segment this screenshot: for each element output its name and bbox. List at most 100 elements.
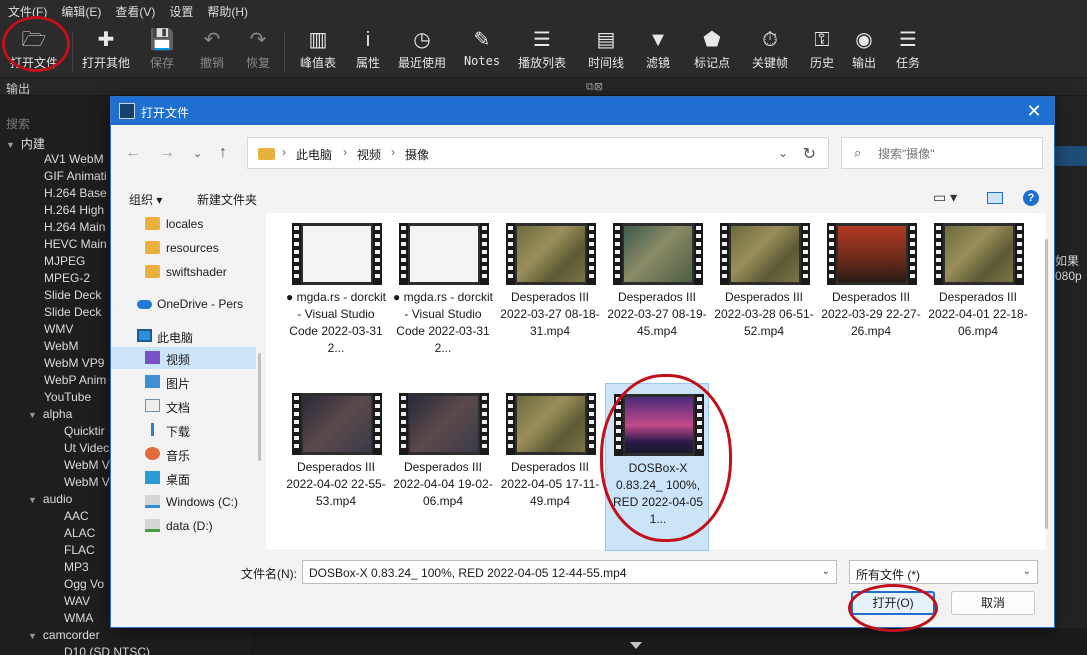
file-item[interactable]: Desperados III 2022-04-02 22-55-53.mp4 xyxy=(284,383,388,551)
tree-item[interactable]: ALAC xyxy=(64,526,95,543)
breadcrumb-videos[interactable]: 视频 xyxy=(357,146,381,163)
address-bar[interactable]: › 此电脑 › 视频 › 摄像 ⌄ ↻ xyxy=(247,137,829,169)
panel-float-close-icon[interactable]: ⧉⊠ xyxy=(586,80,603,94)
tree-item[interactable]: WebM VP9 xyxy=(44,356,104,373)
scroll-down-icon[interactable] xyxy=(630,642,642,649)
open-button[interactable]: 打开(O) xyxy=(851,591,935,615)
file-item[interactable]: Desperados III 2022-04-05 17-11-49.mp4 xyxy=(498,383,602,551)
tree-group[interactable]: ▼ alpha xyxy=(28,407,72,424)
breadcrumb-this-pc[interactable]: 此电脑 xyxy=(296,146,332,163)
preview-pane-icon[interactable] xyxy=(987,192,1003,204)
nav-item-folder[interactable]: swiftshader xyxy=(111,261,256,283)
navigation-scrollbar[interactable] xyxy=(258,353,261,461)
expand-arrow-icon[interactable]: ▼ xyxy=(28,495,37,505)
menu-item[interactable]: 设置 xyxy=(169,3,193,20)
tree-item[interactable]: WebM V xyxy=(64,475,110,492)
nav-item-folder[interactable]: locales xyxy=(111,213,256,235)
back-arrow-icon[interactable]: ← xyxy=(125,144,141,162)
tree-item[interactable]: MPEG-2 xyxy=(44,271,90,288)
file-item[interactable]: Desperados III 2022-03-29 22-27-26.mp4 xyxy=(819,213,923,381)
file-item[interactable]: ● mgda.rs - dorckit - Visual Studio Code… xyxy=(284,213,388,381)
chevron-down-icon[interactable]: ⌄ xyxy=(822,566,830,577)
preset-search[interactable]: 搜索 xyxy=(0,112,110,132)
menu-item[interactable]: 查看(V) xyxy=(115,3,155,20)
recent-dropdown-icon[interactable]: ⌄ xyxy=(193,147,202,160)
nav-item-desktop[interactable]: 桌面 xyxy=(111,467,256,489)
forward-arrow-icon[interactable]: → xyxy=(159,144,175,162)
breadcrumb-camera[interactable]: 摄像 xyxy=(405,146,429,163)
expand-arrow-icon[interactable]: ▼ xyxy=(28,631,37,641)
filename-field[interactable]: ⌄ xyxy=(302,560,837,584)
help-icon[interactable]: ? xyxy=(1023,190,1039,206)
breadcrumb-chevron-icon[interactable]: › xyxy=(391,145,395,159)
tree-item[interactable]: HEVC Main xyxy=(44,237,107,254)
file-item[interactable]: Desperados III 2022-04-04 19-02-06.mp4 xyxy=(391,383,495,551)
toolbar-button-list[interactable]: ☰ 播放列表 xyxy=(512,26,572,74)
tree-item[interactable]: FLAC xyxy=(64,543,95,560)
nav-item-video[interactable]: 视频 xyxy=(111,347,256,369)
tree-item[interactable]: H.264 Base xyxy=(44,186,107,203)
file-item[interactable]: Desperados III 2022-03-27 08-18-31.mp4 xyxy=(498,213,602,381)
expand-arrow-icon[interactable]: ▼ xyxy=(28,410,37,420)
filename-input[interactable] xyxy=(309,565,809,581)
menu-item[interactable]: 文件(F) xyxy=(8,3,47,20)
new-folder-button[interactable]: 新建文件夹 xyxy=(197,191,257,208)
toolbar-button-clock[interactable]: ◷ 最近使用 xyxy=(392,26,452,74)
toolbar-button-info[interactable]: i 属性 xyxy=(338,26,398,74)
cancel-button[interactable]: 取消 xyxy=(951,591,1035,615)
view-options-icon[interactable]: ▭ ▾ xyxy=(933,189,957,206)
tree-item[interactable]: WebM V xyxy=(64,458,110,475)
tree-item[interactable]: WMA xyxy=(64,611,93,628)
nav-item-picture[interactable]: 图片 xyxy=(111,371,256,393)
refresh-icon[interactable]: ↻ xyxy=(803,144,816,164)
toolbar-button-notes[interactable]: ✎ Notes xyxy=(452,26,512,74)
nav-item-pc[interactable]: 此电脑 xyxy=(111,325,256,347)
tree-item[interactable]: Quicktir xyxy=(64,424,105,441)
close-icon[interactable]: ✕ xyxy=(1022,100,1046,122)
file-item[interactable]: ● mgda.rs - dorckit - Visual Studio Code… xyxy=(391,213,495,381)
menu-item[interactable]: 帮助(H) xyxy=(207,3,248,20)
tree-item[interactable]: H.264 High xyxy=(44,203,104,220)
tree-item[interactable]: Slide Deck xyxy=(44,288,101,305)
file-item[interactable]: Desperados III 2022-03-28 06-51-52.mp4 xyxy=(712,213,816,381)
search-box[interactable]: ⌕ xyxy=(841,137,1043,169)
nav-item-music[interactable]: 音乐 xyxy=(111,443,256,465)
tree-item[interactable]: D10 (SD NTSC) xyxy=(64,645,150,655)
file-list-scrollbar[interactable] xyxy=(1045,239,1048,529)
tree-item[interactable]: Slide Deck xyxy=(44,305,101,322)
nav-item-drive-c[interactable]: Windows (C:) xyxy=(111,491,256,513)
breadcrumb-chevron-icon[interactable]: › xyxy=(343,145,347,159)
toolbar-button-folder-open[interactable]: 🗁 打开文件 xyxy=(4,26,64,74)
tree-item[interactable]: AV1 WebM xyxy=(44,152,104,169)
breadcrumb-chevron-icon[interactable]: › xyxy=(282,145,286,159)
toolbar-button-redo[interactable]: ↷ 恢复 xyxy=(228,26,288,74)
tree-item[interactable]: YouTube xyxy=(44,390,91,407)
tree-item[interactable]: WMV xyxy=(44,322,73,339)
toolbar-button-plus-file[interactable]: ✚ 打开其他 xyxy=(76,26,136,74)
expand-arrow-icon[interactable]: ▼ xyxy=(6,140,15,150)
organize-button[interactable]: 组织 ▾ xyxy=(129,191,162,208)
menu-item[interactable]: 编辑(E) xyxy=(61,3,101,20)
nav-item-drive-d[interactable]: data (D:) xyxy=(111,515,256,537)
tree-item[interactable]: Ut Videc xyxy=(64,441,109,458)
tree-item[interactable]: GIF Animati xyxy=(44,169,107,186)
tree-item[interactable]: Ogg Vo xyxy=(64,577,104,594)
up-arrow-icon[interactable]: ↑ xyxy=(219,144,227,162)
nav-item-folder[interactable]: resources xyxy=(111,237,256,259)
nav-item-download[interactable]: 下载 xyxy=(111,419,256,441)
tree-item[interactable]: AAC xyxy=(64,509,89,526)
tree-item[interactable]: H.264 Main xyxy=(44,220,105,237)
toolbar-button-stopwatch[interactable]: ⏱ 关键帧 xyxy=(740,26,800,74)
tree-item[interactable]: MJPEG xyxy=(44,254,85,271)
tree-item[interactable]: WAV xyxy=(64,594,90,611)
file-item[interactable]: DOSBox-X 0.83.24_ 100%, RED 2022-04-05 1… xyxy=(605,383,709,551)
tree-group[interactable]: ▼ 内建 xyxy=(6,135,45,152)
toolbar-button-marker[interactable]: ⬟ 标记点 xyxy=(682,26,742,74)
filetype-select[interactable]: 所有文件 (*) ⌄ xyxy=(849,560,1038,584)
tree-group[interactable]: ▼ audio xyxy=(28,492,72,509)
search-input[interactable] xyxy=(878,145,1028,163)
address-dropdown-icon[interactable]: ⌄ xyxy=(778,146,788,160)
toolbar-button-timeline[interactable]: ▤ 时间线 xyxy=(576,26,636,74)
file-item[interactable]: Desperados III 2022-03-27 08-19-45.mp4 xyxy=(605,213,709,381)
tree-item[interactable]: WebP Anim xyxy=(44,373,106,390)
